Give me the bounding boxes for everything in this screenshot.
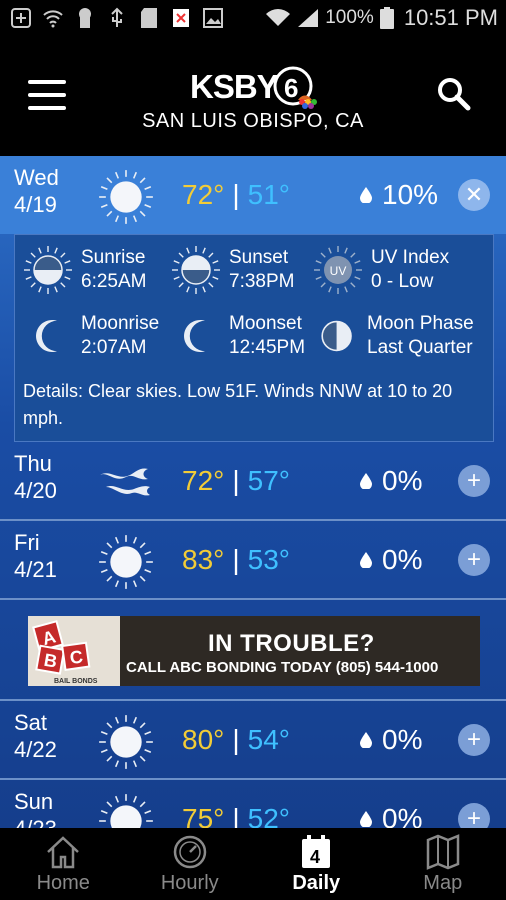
day-row[interactable]: Sun4/23 75°|52° 0% + [0,780,506,828]
image-icon [202,7,224,29]
nav-map[interactable]: Map [380,828,506,900]
sun-icon [98,793,154,828]
ksby-logo: KSBY 6 [190,64,325,110]
app-header: KSBY 6 SAN LUIS OBISPO, CA [0,36,506,156]
status-bar: 100% 10:51 PM [0,0,506,36]
uv-index-item: UV UV Index 0 - Low [313,245,449,295]
raindrop-icon [360,811,372,827]
moonrise-item: Moonrise 2:07AM [33,311,159,361]
precip-chance: 0% [360,544,422,576]
cell-signal-icon [298,9,319,27]
clock-icon [173,835,206,869]
moon-phase-item: Moon Phase Last Quarter [319,311,474,361]
precip-chance: 0% [360,803,422,828]
sun-icon [98,534,154,590]
moon-phase-icon [321,320,352,352]
sunset-item: Sunset 7:38PM [171,245,294,295]
moonset-item: Moonset 12:45PM [181,311,305,361]
usb-icon [106,7,128,29]
menu-button[interactable] [28,80,66,110]
sdcard-icon [138,7,160,29]
day-row[interactable]: Fri 4/21 83° | 53° 0% + [0,521,506,600]
svg-text:4: 4 [310,847,320,867]
battery-icon [379,7,394,29]
daily-forecast-list[interactable]: Wed 4/19 72° | 51° 10% ✕ Sunrise 6:25AM Suns… [0,156,506,828]
home-icon [47,836,80,869]
clock: 10:51 PM [403,5,498,30]
map-icon [426,834,459,870]
day-label: Fri 4/21 [14,530,57,582]
keyhole-icon [74,7,96,29]
low-temp: 52° [247,803,290,828]
raindrop-icon [360,473,372,489]
battery-percent: 100% [325,7,374,28]
raindrop-icon [360,732,372,748]
ad-headline: IN TROUBLE? [208,630,375,657]
day-row[interactable]: Thu 4/20 72° | 57° 0% + [0,442,506,521]
sun-icon [98,714,154,770]
high-temp: 72° [182,465,225,496]
svg-text:BAIL BONDS: BAIL BONDS [54,678,98,685]
expand-button[interactable]: + [458,544,490,576]
nav-hourly[interactable]: Hourly [127,828,254,900]
day-label: Thu 4/20 [14,451,57,503]
ad-banner[interactable]: A B C BAIL BONDS IN TROUBLE? CALL ABC BO… [28,616,480,686]
temps: 72° | 51° [182,179,290,210]
wifi-icon [42,7,64,29]
sunrise-item: Sunrise 6:25AM [23,245,146,295]
svg-text:UV: UV [330,264,347,278]
plus-icon [10,7,32,29]
svg-text:C: C [69,646,85,668]
abc-bail-bonds-logo: A B C BAIL BONDS [28,616,120,686]
low-temp: 53° [247,544,290,575]
expand-button[interactable]: + [458,465,490,497]
day-label: Sat 4/22 [14,710,57,762]
sunset-icon [172,246,220,294]
day-row[interactable]: Wed 4/19 72° | 51° 10% ✕ [0,156,506,234]
moonset-icon [184,320,205,352]
ad-row: A B C BAIL BONDS IN TROUBLE? CALL ABC BO… [0,600,506,701]
temps: 75° | 52° [182,803,290,828]
precip-chance: 0% [360,724,422,756]
details-text: Details: Clear skies. Low 51F. Winds NNW… [23,381,453,428]
nav-daily[interactable]: 4 Daily [253,828,380,900]
sunrise-icon [24,246,72,294]
uv-index-icon: UV [314,246,362,294]
raindrop-icon [360,552,372,568]
wind-icon [98,455,154,511]
day-label: Sun4/23 [14,789,57,828]
day-row[interactable]: Sat 4/22 80° | 54° 0% + [0,701,506,780]
location-label: SAN LUIS OBISPO, CA [142,110,364,132]
collapse-button[interactable]: ✕ [458,179,490,211]
low-temp: 57° [247,465,290,496]
search-icon[interactable] [436,76,472,112]
high-temp: 83° [182,544,225,575]
high-temp: 80° [182,724,225,755]
high-temp: 72° [182,179,225,210]
temps: 83° | 53° [182,544,290,575]
close-icon [170,7,192,29]
nav-home[interactable]: Home [0,828,127,900]
ad-subline: CALL ABC BONDING TODAY (805) 544-1000 [126,659,439,676]
high-temp: 75° [182,803,225,828]
calendar-icon: 4 [302,835,331,868]
svg-text:KSBY: KSBY [190,68,279,105]
svg-text:6: 6 [284,73,298,103]
temps: 72° | 57° [182,465,290,496]
low-temp: 54° [247,724,290,755]
expand-button[interactable]: + [458,724,490,756]
precip-chance: 0% [360,465,422,497]
low-temp: 51° [247,179,290,210]
precip-chance: 10% [360,179,438,211]
temps: 80° | 54° [182,724,290,755]
raindrop-icon [360,187,372,203]
wifi-signal-icon [266,9,291,26]
moonrise-icon [36,320,57,352]
bottom-nav: Home Hourly 4 Daily Map [0,828,506,900]
sun-icon [98,169,154,225]
day-detail-panel: Sunrise 6:25AM Sunset 7:38PM UV UV Index 0 … [14,234,494,442]
expand-button[interactable]: + [458,803,490,828]
day-label: Wed 4/19 [14,165,59,217]
